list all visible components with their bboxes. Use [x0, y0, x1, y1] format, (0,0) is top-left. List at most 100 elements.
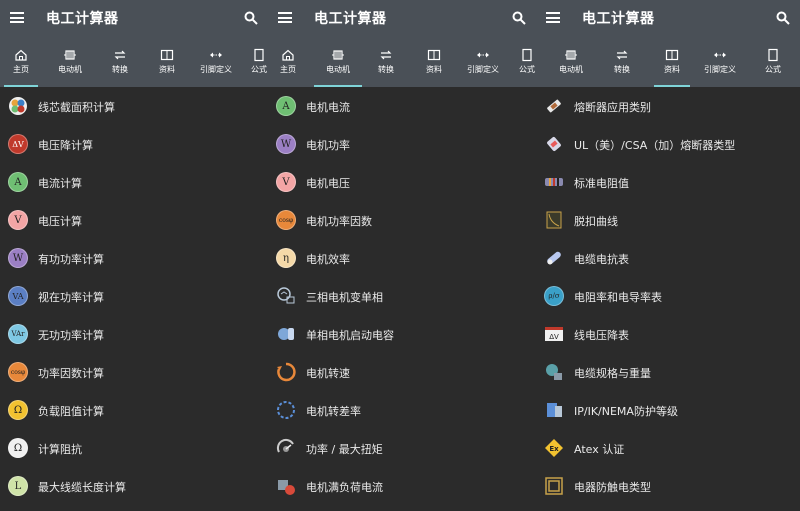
list-item[interactable]: W 电机功率	[268, 125, 536, 163]
list-item[interactable]: V 电压计算	[0, 201, 268, 239]
resistor-values-icon	[544, 172, 564, 192]
tab-pinout[interactable]: 引脚定义	[192, 36, 240, 87]
tab-label: 主页	[13, 65, 29, 74]
tab-motor[interactable]: 电动机	[546, 36, 596, 87]
panel-motor: 电工计算器 主页 电动机 转换 资料 引脚定义 公式 A 电机电流 W 电机功率 V 电机电压 cos…	[268, 0, 536, 511]
list-item[interactable]: 电机转差率	[268, 391, 536, 429]
convert-icon	[113, 47, 127, 61]
trip-curve-icon	[544, 210, 564, 230]
list-item[interactable]: cosφ 功率因数计算	[0, 353, 268, 391]
list-item-label: 线电压降表	[574, 329, 629, 342]
list-item[interactable]: 电机满负荷电流	[268, 467, 536, 505]
list-item-label: 电机转差率	[306, 405, 361, 418]
apparent-power-icon: VA	[8, 286, 28, 306]
list-item[interactable]: ΔV 线电压降表	[536, 315, 800, 353]
tab-convert[interactable]: 转换	[366, 36, 406, 87]
list-item[interactable]: 标准电阻值	[536, 163, 800, 201]
list-item[interactable]: A 电机电流	[268, 87, 536, 125]
tab-formula[interactable]: 公式	[244, 36, 268, 87]
tab-motor[interactable]: 电动机	[310, 36, 366, 87]
list-item[interactable]: Ω 计算阻抗	[0, 429, 268, 467]
list-item[interactable]: ΔV 电压降计算	[0, 125, 268, 163]
three-phase-to-single-icon	[276, 286, 296, 306]
menu-icon[interactable]	[10, 12, 24, 23]
start-capacitor-icon	[276, 324, 296, 344]
tab-convert[interactable]: 转换	[598, 36, 646, 87]
list-item-label: 标准电阻值	[574, 177, 629, 190]
power-factor-icon: cosφ	[8, 362, 28, 382]
search-icon[interactable]	[244, 11, 258, 25]
tab-label: 资料	[664, 65, 680, 74]
list-item[interactable]: A 电流计算	[0, 163, 268, 201]
wire-cross-section-icon	[8, 96, 28, 116]
tab-book[interactable]: 资料	[410, 36, 458, 87]
list-item[interactable]: 电缆规格与重量	[536, 353, 800, 391]
list-item[interactable]: VA 视在功率计算	[0, 277, 268, 315]
motor-icon	[331, 47, 345, 61]
list-item[interactable]: 脱扣曲线	[536, 201, 800, 239]
list-item-label: UL（美）/CSA（加）熔断器类型	[574, 139, 736, 152]
tab-home[interactable]: 主页	[0, 36, 42, 87]
list-item[interactable]: 三相电机变单相	[268, 277, 536, 315]
tab-convert[interactable]: 转换	[98, 36, 142, 87]
search-icon[interactable]	[512, 11, 526, 25]
list-item[interactable]: V 电机电压	[268, 163, 536, 201]
tab-label: 电动机	[326, 65, 350, 74]
list-item[interactable]: 功率 / 最大扭矩	[268, 429, 536, 467]
load-resistance-icon: Ω	[8, 400, 28, 420]
list-item[interactable]: 电器防触电类型	[536, 467, 800, 505]
menu-icon[interactable]	[278, 12, 292, 23]
list-item[interactable]: 熔断器应用类别	[536, 87, 800, 125]
formula-icon	[766, 47, 780, 62]
menu-icon[interactable]	[546, 12, 560, 23]
tab-label: 公式	[519, 65, 535, 74]
search-icon[interactable]	[776, 11, 790, 25]
tab-pinout[interactable]: 引脚定义	[456, 36, 510, 87]
list-item[interactable]: IP/IK/NEMA防护等级	[536, 391, 800, 429]
tab-label: 主页	[280, 65, 296, 74]
pinout-icon	[476, 47, 490, 61]
tab-formula[interactable]: 公式	[748, 36, 798, 87]
tab-bar: 电动机 转换 资料 引脚定义 公式	[536, 36, 800, 87]
list-item[interactable]: L 最大线缆长度计算	[0, 467, 268, 505]
tab-label: 电动机	[559, 65, 583, 74]
panel-reference: 电工计算器 电动机 转换 资料 引脚定义 公式 熔断器应用类别 UL（美）/CSA（加）熔…	[536, 0, 800, 511]
list-item-label: 电机满负荷电流	[306, 481, 383, 494]
tab-book[interactable]: 资料	[142, 36, 192, 87]
app-title: 电工计算器	[46, 11, 119, 27]
list-item[interactable]: VAr 无功功率计算	[0, 315, 268, 353]
list-item[interactable]: ρ/σ 电阻率和电导率表	[536, 277, 800, 315]
list-item[interactable]: Ex Atex 认证	[536, 429, 800, 467]
reference-list: 熔断器应用类别 UL（美）/CSA（加）熔断器类型 标准电阻值脱扣曲线电缆电抗表 ρ/…	[536, 87, 800, 505]
reactive-power-icon: VAr	[8, 324, 28, 344]
list-item[interactable]: 电机转速	[268, 353, 536, 391]
list-item[interactable]: Ω 负载阻值计算	[0, 391, 268, 429]
motor-current-icon: A	[276, 96, 296, 116]
list-item[interactable]: W 有功功率计算	[0, 239, 268, 277]
panel-home: 电工计算器 主页 电动机 转换 资料 引脚定义 公式 线芯截面积计算 ΔV 电压降计算 A 电流计…	[0, 0, 268, 511]
tab-book[interactable]: 资料	[650, 36, 694, 87]
list-item[interactable]: UL（美）/CSA（加）熔断器类型	[536, 125, 800, 163]
app-bar: 电工计算器	[536, 0, 800, 36]
list-item[interactable]: cosφ 电机功率因数	[268, 201, 536, 239]
list-item[interactable]: 单相电机启动电容	[268, 315, 536, 353]
tab-pinout[interactable]: 引脚定义	[692, 36, 748, 87]
list-item-label: 电机转速	[306, 367, 350, 380]
list-item-label: 线芯截面积计算	[38, 101, 115, 114]
svg-text:Ex: Ex	[549, 445, 559, 453]
list-item-label: 脱扣曲线	[574, 215, 618, 228]
fuse-category-icon	[544, 96, 564, 116]
tab-label: 转换	[614, 65, 630, 74]
list-item-label: 电机功率因数	[306, 215, 372, 228]
tab-formula[interactable]: 公式	[512, 36, 536, 87]
list-item[interactable]: 线芯截面积计算	[0, 87, 268, 125]
tab-home[interactable]: 主页	[268, 36, 308, 87]
list-item-label: 电缆规格与重量	[574, 367, 651, 380]
tab-bar: 主页 电动机 转换 资料 引脚定义 公式	[0, 36, 268, 87]
list-item[interactable]: 电缆电抗表	[536, 239, 800, 277]
tab-label: 引脚定义	[200, 65, 232, 74]
tab-motor[interactable]: 电动机	[42, 36, 98, 87]
list-item[interactable]: η 电机效率	[268, 239, 536, 277]
tab-bar: 主页 电动机 转换 资料 引脚定义 公式	[268, 36, 536, 87]
tab-label: 引脚定义	[467, 65, 499, 74]
